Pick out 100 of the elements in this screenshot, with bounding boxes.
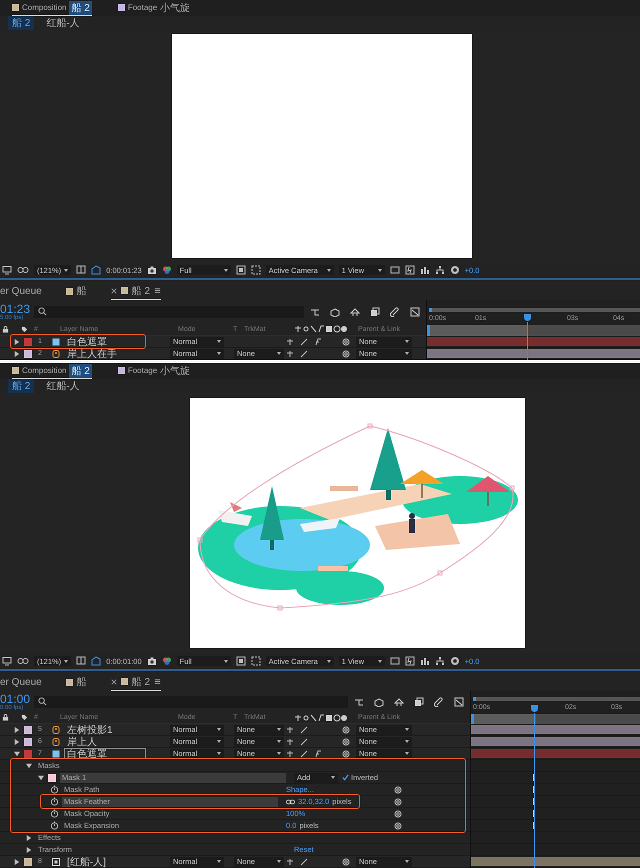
timeline-tab[interactable]: 船 [66,283,87,299]
monitor-icon[interactable] [2,656,12,666]
timeline-tab[interactable]: er Queue [0,674,42,690]
graph-editor-icon[interactable] [454,696,464,707]
quality-switch-icon[interactable] [300,858,308,866]
composition-tab[interactable]: Footage 小气旋 [118,364,190,378]
cube-icon[interactable] [330,306,340,317]
paperclip-icon[interactable] [434,696,444,707]
timecode[interactable]: 01:23 [0,302,28,315]
glasses-icon[interactable] [17,265,29,275]
layer-name[interactable]: 岸上人在手 [64,348,146,359]
link-icon[interactable] [286,798,295,804]
transparency-grid-icon[interactable] [250,265,261,275]
expand-toggle-icon[interactable] [26,762,32,768]
layer-name[interactable]: 白色遮罩 [64,336,146,347]
expand-toggle-icon[interactable] [26,834,32,840]
inverted-checkbox[interactable] [342,774,349,781]
grid-icon[interactable] [76,656,86,666]
effect-switch-icon[interactable] [314,750,322,758]
node-tree-icon[interactable] [310,306,320,317]
label-swatch[interactable] [24,750,32,758]
playhead-handle[interactable] [531,705,538,712]
grid-icon[interactable] [76,265,86,275]
label-swatch[interactable] [24,726,32,734]
label-swatch[interactable] [24,350,32,358]
toggle-pixel-icon[interactable] [390,656,400,666]
search-field[interactable] [34,696,348,708]
paperclip-icon[interactable] [390,306,400,317]
color-wheel-icon[interactable] [162,656,172,666]
monitor-icon[interactable] [2,265,12,275]
region-icon[interactable] [236,265,246,275]
frame-blend-icon[interactable] [370,306,380,317]
collapse-switch-icon[interactable] [286,750,294,758]
region-icon[interactable] [236,656,246,666]
exposure-icon[interactable] [450,656,460,666]
frame-blend-icon[interactable] [414,696,424,707]
timeline-tab[interactable]: 船 2 [110,282,162,300]
layer-name[interactable]: 白色遮罩 [64,748,146,759]
mask-toggle-icon[interactable] [91,656,102,666]
label-swatch[interactable] [24,858,32,866]
camera-icon[interactable] [146,656,157,666]
flowchart-icon[interactable] [434,656,445,666]
stopwatch-icon[interactable] [50,785,59,794]
toggle-pixel-icon[interactable] [390,265,400,275]
composition-tab[interactable]: Footage 小气旋 [118,0,190,16]
expand-toggle-icon[interactable] [14,726,20,732]
collapse-switch-icon[interactable] [286,738,294,746]
stopwatch-icon[interactable] [50,809,59,818]
time-navigator-bar[interactable] [427,324,640,336]
color-wheel-icon[interactable] [162,265,172,275]
timeline-tab[interactable]: 船 [66,674,87,690]
glasses-icon[interactable] [17,656,29,666]
breadcrumb-item[interactable]: 船 2 [8,379,34,393]
expand-toggle-icon[interactable] [14,858,20,864]
mask-toggle-icon[interactable] [91,265,102,275]
transparency-grid-icon[interactable] [250,656,261,666]
timeline-tab[interactable]: 船 2 [110,674,162,690]
tag-icon[interactable] [21,714,28,722]
shy-icon[interactable] [350,306,360,317]
expand-toggle-icon[interactable] [14,338,20,344]
breadcrumb-item[interactable]: 红船-人 [46,379,80,393]
collapse-switch-icon[interactable] [286,350,294,358]
graph-editor-icon[interactable] [410,306,420,317]
label-swatch[interactable] [48,774,56,782]
composition-tab[interactable]: Composition 船 2 [12,0,92,16]
flowchart-icon[interactable] [434,265,445,275]
node-tree-icon[interactable] [354,696,364,707]
breadcrumb-item[interactable]: 红船-人 [46,16,80,30]
playhead-line[interactable] [526,322,528,360]
snapshot-icon[interactable] [404,656,415,666]
menu-icon[interactable] [154,287,162,294]
snapshot-icon[interactable] [404,265,415,275]
layer-name[interactable]: [红船-人] [64,856,146,867]
lock-icon[interactable] [2,714,9,722]
cube-icon[interactable] [374,696,384,707]
search-field[interactable] [34,306,304,318]
expand-toggle-icon[interactable] [14,350,20,356]
layer-name[interactable]: 左树投影1 [64,724,146,735]
expand-toggle-icon[interactable] [38,774,44,780]
camera-icon[interactable] [146,265,157,275]
label-swatch[interactable] [24,338,32,346]
exposure-icon[interactable] [450,265,460,275]
stopwatch-icon[interactable] [50,821,59,830]
collapse-switch-icon[interactable] [286,858,294,866]
layer-name[interactable]: 岸上人 [64,736,146,747]
collapse-switch-icon[interactable] [286,726,294,734]
tag-icon[interactable] [21,326,28,333]
stopwatch-icon[interactable] [50,797,59,806]
timecode[interactable]: 01:00 [0,692,28,705]
menu-icon[interactable] [154,678,162,685]
expand-toggle-icon[interactable] [14,750,20,756]
playhead-handle[interactable] [524,314,531,321]
collapse-switch-icon[interactable] [286,338,294,346]
expand-toggle-icon[interactable] [26,846,32,852]
time-navigator-bar[interactable] [471,714,640,724]
playhead-line[interactable] [534,713,536,868]
chart-icon[interactable] [420,265,430,275]
shy-icon[interactable] [394,696,404,707]
label-swatch[interactable] [24,738,32,746]
lock-icon[interactable] [2,326,9,333]
